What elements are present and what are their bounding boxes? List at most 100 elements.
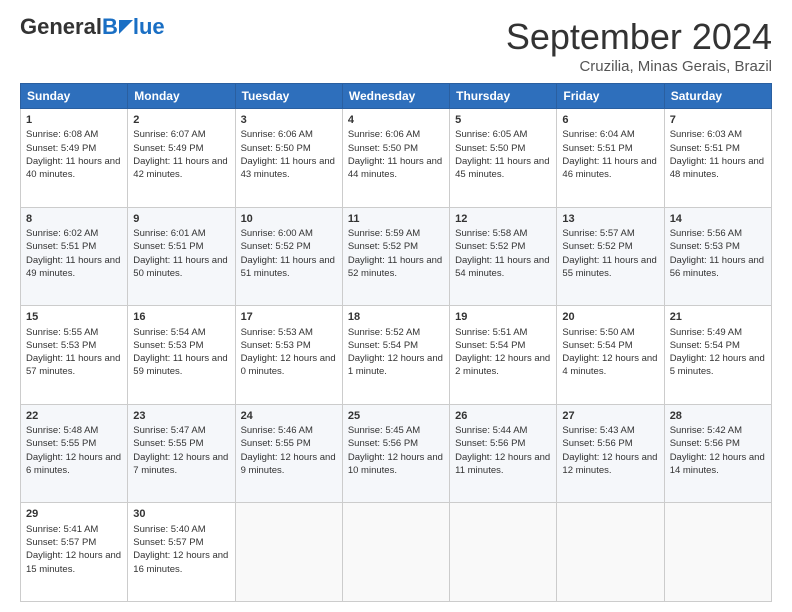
calendar-cell: 20Sunrise: 5:50 AMSunset: 5:54 PMDayligh… <box>557 306 664 405</box>
sunset-label: Sunset: 5:51 PM <box>670 143 740 154</box>
col-saturday: Saturday <box>664 84 771 109</box>
sunrise-label: Sunrise: 6:05 AM <box>455 129 527 140</box>
calendar-cell: 15 Sunrise: 5:55 AM Sunset: 5:53 PM Dayligh… <box>21 306 128 405</box>
sunset-label: Sunset: 5:49 PM <box>26 143 96 154</box>
location: Cruzilia, Minas Gerais, Brazil <box>506 58 772 75</box>
sunset-label: Sunset: 5:52 PM <box>241 241 311 252</box>
day-number: 27 <box>562 409 658 424</box>
daylight-label: Daylight: 12 hours and 2 minutes. <box>455 353 550 377</box>
sunrise-label: Sunrise: 6:08 AM <box>26 129 98 140</box>
day-number: 11 <box>348 212 444 227</box>
calendar-cell: 21Sunrise: 5:49 AMSunset: 5:54 PMDayligh… <box>664 306 771 405</box>
sunset-label: Sunset: 5:50 PM <box>348 143 418 154</box>
sunset-label: Sunset: 5:56 PM <box>455 438 525 449</box>
day-number: 8 <box>26 212 122 227</box>
sunrise-label: Sunrise: 5:48 AM <box>26 425 98 436</box>
day-number: 12 <box>455 212 551 227</box>
sunrise-label: Sunrise: 5:51 AM <box>455 327 527 338</box>
sunrise-label: Sunrise: 5:52 AM <box>348 327 420 338</box>
sunrise-label: Sunrise: 5:50 AM <box>562 327 634 338</box>
sunset-label: Sunset: 5:56 PM <box>348 438 418 449</box>
daylight-label: Daylight: 11 hours and 40 minutes. <box>26 156 120 180</box>
calendar-table: Sunday Monday Tuesday Wednesday Thursday… <box>20 83 772 602</box>
calendar-cell <box>342 503 449 602</box>
calendar-cell: 17Sunrise: 5:53 AMSunset: 5:53 PMDayligh… <box>235 306 342 405</box>
col-sunday: Sunday <box>21 84 128 109</box>
day-number: 2 <box>133 113 229 128</box>
calendar-cell: 26Sunrise: 5:44 AMSunset: 5:56 PMDayligh… <box>450 404 557 503</box>
day-number: 13 <box>562 212 658 227</box>
sunset-label: Sunset: 5:50 PM <box>455 143 525 154</box>
calendar-cell: 9Sunrise: 6:01 AMSunset: 5:51 PMDaylight… <box>128 207 235 306</box>
col-thursday: Thursday <box>450 84 557 109</box>
sunset-label: Sunset: 5:56 PM <box>670 438 740 449</box>
page-header: GeneralB lue September 2024 Cruzilia, Mi… <box>20 16 772 75</box>
sunrise-label: Sunrise: 6:04 AM <box>562 129 634 140</box>
day-number: 1 <box>26 113 122 128</box>
calendar-cell: 19Sunrise: 5:51 AMSunset: 5:54 PMDayligh… <box>450 306 557 405</box>
calendar-header-row: Sunday Monday Tuesday Wednesday Thursday… <box>21 84 772 109</box>
day-number: 4 <box>348 113 444 128</box>
sunrise-label: Sunrise: 5:40 AM <box>133 524 205 535</box>
daylight-label: Daylight: 11 hours and 52 minutes. <box>348 255 442 279</box>
daylight-label: Daylight: 11 hours and 54 minutes. <box>455 255 549 279</box>
daylight-label: Daylight: 11 hours and 56 minutes. <box>670 255 764 279</box>
sunrise-label: Sunrise: 6:07 AM <box>133 129 205 140</box>
day-number: 5 <box>455 113 551 128</box>
daylight-label: Daylight: 11 hours and 49 minutes. <box>26 255 120 279</box>
calendar-cell: 14Sunrise: 5:56 AM Sunset: 5:53 PM Dayligh… <box>664 207 771 306</box>
daylight-label: Daylight: 12 hours and 15 minutes. <box>26 550 121 574</box>
day-number: 24 <box>241 409 337 424</box>
sunrise-label: Sunrise: 5:44 AM <box>455 425 527 436</box>
daylight-label: Daylight: 11 hours and 57 minutes. <box>26 353 120 377</box>
day-number: 7 <box>670 113 766 128</box>
daylight-label: Daylight: 12 hours and 5 minutes. <box>670 353 765 377</box>
daylight-label: Daylight: 12 hours and 6 minutes. <box>26 452 121 476</box>
sunset-label: Sunset: 5:52 PM <box>348 241 418 252</box>
sunset-label: Sunset: 5:53 PM <box>26 340 96 351</box>
sunset-label: Sunset: 5:56 PM <box>562 438 632 449</box>
calendar-cell: 22Sunrise: 5:48 AMSunset: 5:55 PMDayligh… <box>21 404 128 503</box>
sunrise-label: Sunrise: 5:54 AM <box>133 327 205 338</box>
sunrise-label: Sunrise: 5:43 AM <box>562 425 634 436</box>
calendar-cell: 7Sunrise: 6:03 AMSunset: 5:51 PMDaylight… <box>664 109 771 208</box>
calendar-cell: 8Sunrise: 6:02 AMSunset: 5:51 PMDaylight… <box>21 207 128 306</box>
calendar-cell: 27Sunrise: 5:43 AM Sunset: 5:56 PM Dayligh… <box>557 404 664 503</box>
sunset-label: Sunset: 5:53 PM <box>241 340 311 351</box>
col-tuesday: Tuesday <box>235 84 342 109</box>
daylight-label: Daylight: 11 hours and 59 minutes. <box>133 353 227 377</box>
daylight-label: Daylight: 12 hours and 7 minutes. <box>133 452 228 476</box>
daylight-label: Daylight: 12 hours and 9 minutes. <box>241 452 336 476</box>
col-monday: Monday <box>128 84 235 109</box>
day-number: 28 <box>670 409 766 424</box>
sunset-label: Sunset: 5:54 PM <box>348 340 418 351</box>
day-number: 23 <box>133 409 229 424</box>
day-number: 9 <box>133 212 229 227</box>
sunset-label: Sunset: 5:55 PM <box>241 438 311 449</box>
sunrise-label: Sunrise: 5:56 AM <box>670 228 742 239</box>
sunset-label: Sunset: 5:57 PM <box>133 537 203 548</box>
calendar-cell: 10Sunrise: 6:00 AMSunset: 5:52 PMDayligh… <box>235 207 342 306</box>
sunset-label: Sunset: 5:50 PM <box>241 143 311 154</box>
sunrise-label: Sunrise: 5:58 AM <box>455 228 527 239</box>
day-number: 19 <box>455 310 551 325</box>
daylight-label: Daylight: 12 hours and 1 minute. <box>348 353 443 377</box>
daylight-label: Daylight: 12 hours and 12 minutes. <box>562 452 657 476</box>
sunset-label: Sunset: 5:53 PM <box>670 241 740 252</box>
daylight-label: Daylight: 11 hours and 43 minutes. <box>241 156 335 180</box>
day-number: 14 <box>670 212 766 227</box>
sunrise-label: Sunrise: 5:55 AM <box>26 327 98 338</box>
sunrise-label: Sunrise: 5:42 AM <box>670 425 742 436</box>
calendar-cell: 12Sunrise: 5:58 AMSunset: 5:52 PMDayligh… <box>450 207 557 306</box>
day-number: 21 <box>670 310 766 325</box>
day-number: 15 <box>26 310 122 325</box>
logo-text: GeneralB lue <box>20 16 165 38</box>
daylight-label: Daylight: 11 hours and 50 minutes. <box>133 255 227 279</box>
sunrise-label: Sunrise: 5:45 AM <box>348 425 420 436</box>
sunset-label: Sunset: 5:57 PM <box>26 537 96 548</box>
day-number: 26 <box>455 409 551 424</box>
sunrise-label: Sunrise: 5:46 AM <box>241 425 313 436</box>
calendar-cell: 30Sunrise: 5:40 AMSunset: 5:57 PMDayligh… <box>128 503 235 602</box>
col-wednesday: Wednesday <box>342 84 449 109</box>
daylight-label: Daylight: 11 hours and 46 minutes. <box>562 156 656 180</box>
